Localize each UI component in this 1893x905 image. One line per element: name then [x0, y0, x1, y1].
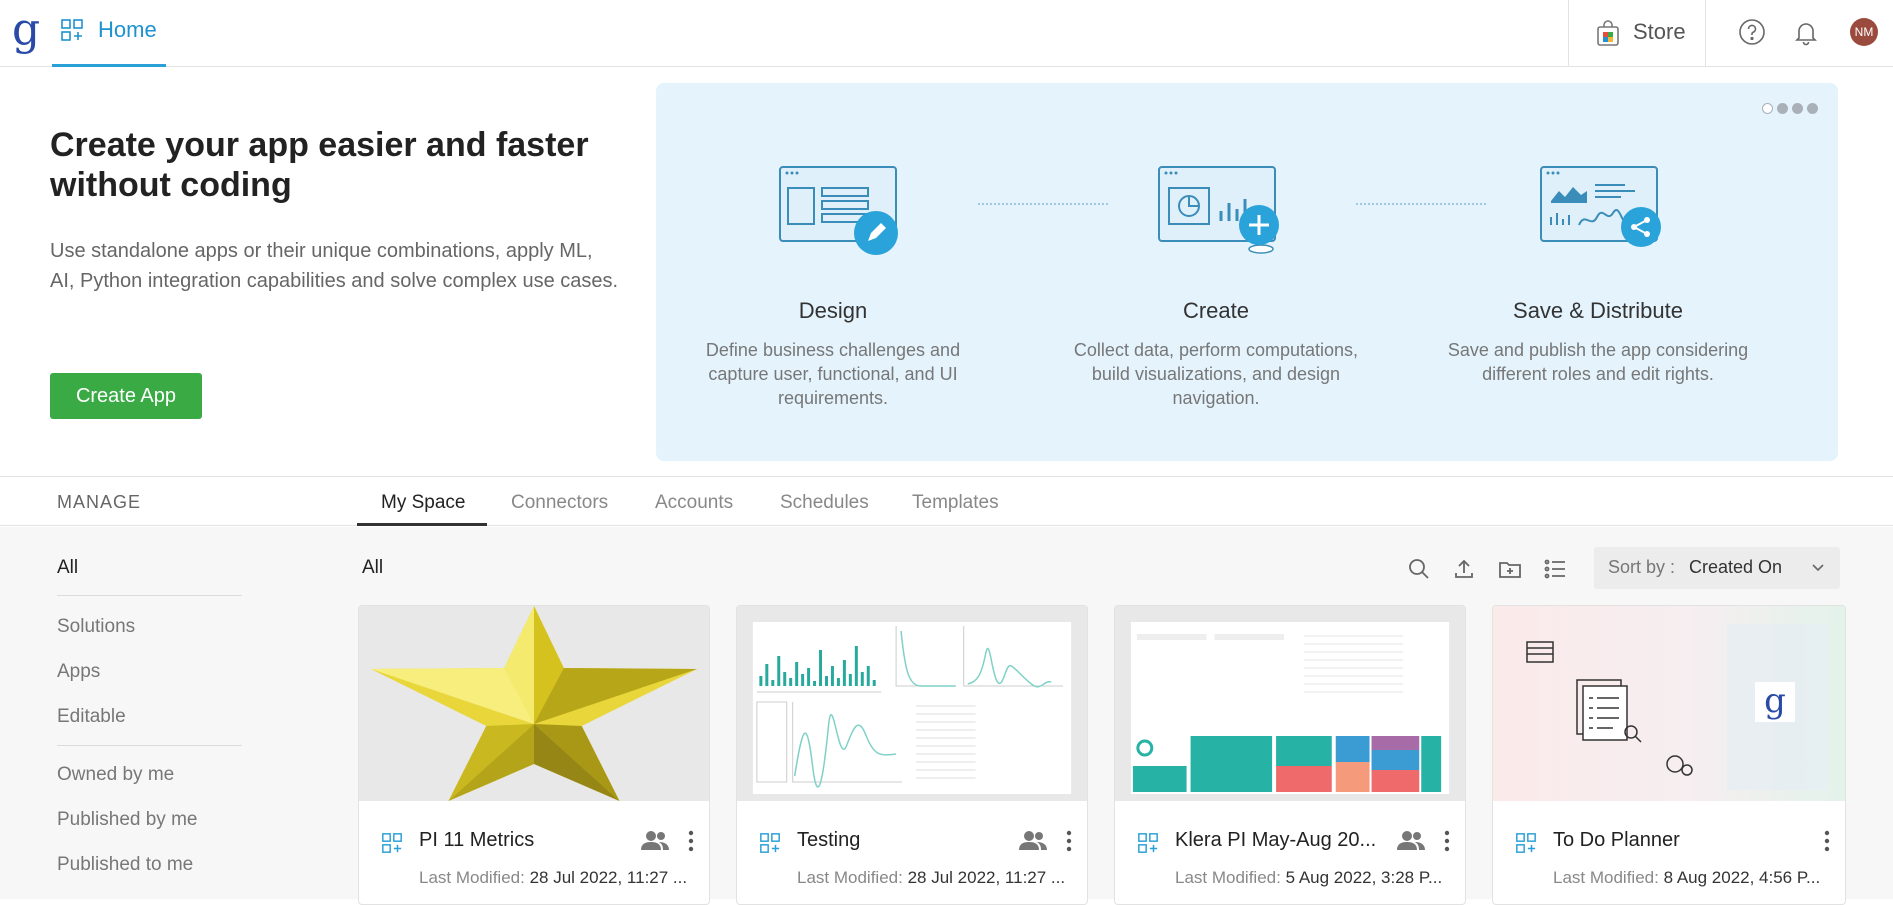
- carousel-dot[interactable]: [1792, 103, 1803, 114]
- app-card[interactable]: g To Do Planner Last Modified: 8 Aug 202…: [1492, 605, 1846, 905]
- last-modified: Last Modified: 8 Aug 2022, 4:56 P...: [1553, 868, 1843, 888]
- sidebar-divider: [57, 745, 242, 746]
- last-modified-label: Last Modified:: [419, 868, 525, 887]
- more-options-icon[interactable]: [1065, 829, 1073, 853]
- carousel-dot[interactable]: [1777, 103, 1788, 114]
- search-icon[interactable]: [1407, 557, 1431, 581]
- create-illustration-icon: [1158, 166, 1279, 254]
- card-title[interactable]: PI 11 Metrics: [419, 829, 629, 852]
- store-button[interactable]: Store: [1568, 0, 1706, 67]
- last-modified-value: 8 Aug 2022, 4:56 P...: [1663, 868, 1821, 887]
- apps-grid-icon: [61, 19, 83, 41]
- new-folder-icon[interactable]: [1498, 557, 1522, 581]
- sidebar-divider: [57, 595, 242, 596]
- dashboard-thumbnail: [737, 606, 1087, 801]
- upload-icon[interactable]: [1452, 557, 1476, 581]
- sidebar-item-published-by-me[interactable]: Published by me: [57, 809, 197, 831]
- more-options-icon[interactable]: [1823, 829, 1831, 853]
- card-title[interactable]: Testing: [797, 829, 1007, 852]
- more-options-icon[interactable]: [687, 829, 695, 853]
- carousel-dots[interactable]: [1758, 101, 1818, 119]
- list-view-icon[interactable]: [1543, 557, 1567, 581]
- onboarding-banner: Design Define business challenges and ca…: [656, 83, 1838, 461]
- last-modified: Last Modified: 28 Jul 2022, 11:27 ...: [797, 868, 1087, 888]
- app-card[interactable]: Testing Last Modified: 28 Jul 2022, 11:2…: [736, 605, 1088, 905]
- step-title: Design: [798, 298, 868, 323]
- apps-grid-icon: [382, 833, 402, 853]
- sidebar-item-apps[interactable]: Apps: [57, 661, 100, 683]
- app-card[interactable]: Klera PI May-Aug 20... Last Modified: 5 …: [1114, 605, 1466, 905]
- hero-description: Use standalone apps or their unique comb…: [50, 240, 619, 292]
- dashboard-thumbnail: [1115, 606, 1465, 801]
- card-title[interactable]: To Do Planner: [1553, 829, 1763, 852]
- share-illustration-icon: [1540, 166, 1661, 247]
- sidebar-item-published-to-me[interactable]: Published to me: [57, 854, 193, 876]
- sort-dropdown[interactable]: Sort by : Created On: [1594, 547, 1840, 589]
- design-illustration-icon: [779, 166, 898, 255]
- step-description: Define business challenges and capture u…: [705, 340, 961, 408]
- last-modified-value: 28 Jul 2022, 11:27 ...: [907, 868, 1066, 887]
- home-tab[interactable]: Home: [52, 0, 166, 67]
- last-modified-value: 28 Jul 2022, 11:27 ...: [529, 868, 688, 887]
- store-label: Store: [1633, 19, 1686, 44]
- card-title[interactable]: Klera PI May-Aug 20...: [1175, 829, 1385, 852]
- carousel-dot[interactable]: [1807, 103, 1818, 114]
- tabs-row: MANAGE My Space Connectors Accounts Sche…: [0, 476, 1893, 526]
- app-logo[interactable]: g: [12, 8, 40, 52]
- filter-label: All: [362, 557, 384, 578]
- star-thumbnail: [359, 606, 709, 801]
- user-avatar[interactable]: NM: [1850, 18, 1878, 46]
- create-app-button[interactable]: Create App: [50, 373, 202, 419]
- step-title: Save & Distribute: [1513, 298, 1683, 323]
- last-modified-value: 5 Aug 2022, 3:28 P...: [1285, 868, 1443, 887]
- tab-my-space[interactable]: My Space: [381, 492, 465, 514]
- tab-accounts[interactable]: Accounts: [655, 492, 733, 514]
- tab-connectors[interactable]: Connectors: [511, 492, 608, 514]
- last-modified-label: Last Modified:: [1553, 868, 1659, 887]
- sidebar-item-owned-by-me[interactable]: Owned by me: [57, 764, 174, 786]
- carousel-dot[interactable]: [1762, 103, 1773, 114]
- sidebar: All Solutions Apps Editable Owned by me …: [0, 527, 345, 899]
- shared-users-icon: [1019, 831, 1047, 850]
- sort-value: Created On: [1689, 557, 1783, 577]
- svg-text:g: g: [1764, 681, 1786, 721]
- top-bar: g Home Store NM: [0, 0, 1893, 67]
- sort-label: Sort by :: [1608, 557, 1676, 577]
- step-description: Collect data, perform computations, buil…: [1073, 340, 1359, 408]
- shared-users-icon: [641, 831, 669, 850]
- hero-title: Create your app easier and faster withou…: [50, 126, 589, 204]
- help-icon[interactable]: [1738, 18, 1766, 46]
- shopping-bag-icon: [1597, 20, 1619, 46]
- shared-users-icon: [1397, 831, 1425, 850]
- step-title: Create: [1182, 298, 1250, 323]
- last-modified: Last Modified: 28 Jul 2022, 11:27 ...: [419, 868, 709, 888]
- step-save-distribute: Save & Distribute Save and publish the a…: [1443, 163, 1753, 386]
- active-tab-indicator: [357, 523, 487, 526]
- step-description: Save and publish the app considering dif…: [1447, 340, 1749, 384]
- step-design: Design Define business challenges and ca…: [678, 163, 988, 410]
- apps-grid-icon: [1138, 833, 1158, 853]
- more-options-icon[interactable]: [1443, 829, 1451, 853]
- apps-grid-icon: [760, 833, 780, 853]
- sidebar-item-editable[interactable]: Editable: [57, 706, 126, 728]
- step-create: Create Collect data, perform computation…: [1061, 163, 1371, 410]
- home-label: Home: [98, 17, 157, 42]
- planner-thumbnail: g: [1493, 606, 1845, 801]
- apps-grid-icon: [1516, 833, 1536, 853]
- sidebar-item-all[interactable]: All: [57, 557, 78, 579]
- tab-templates[interactable]: Templates: [912, 492, 999, 514]
- notification-bell-icon[interactable]: [1792, 18, 1820, 46]
- last-modified-label: Last Modified:: [797, 868, 903, 887]
- sidebar-item-solutions[interactable]: Solutions: [57, 616, 135, 638]
- last-modified: Last Modified: 5 Aug 2022, 3:28 P...: [1175, 868, 1465, 888]
- manage-heading: MANAGE: [57, 492, 142, 512]
- chevron-down-icon: [1812, 564, 1824, 572]
- tab-schedules[interactable]: Schedules: [780, 492, 869, 514]
- last-modified-label: Last Modified:: [1175, 868, 1281, 887]
- app-card[interactable]: PI 11 Metrics Last Modified: 28 Jul 2022…: [358, 605, 710, 905]
